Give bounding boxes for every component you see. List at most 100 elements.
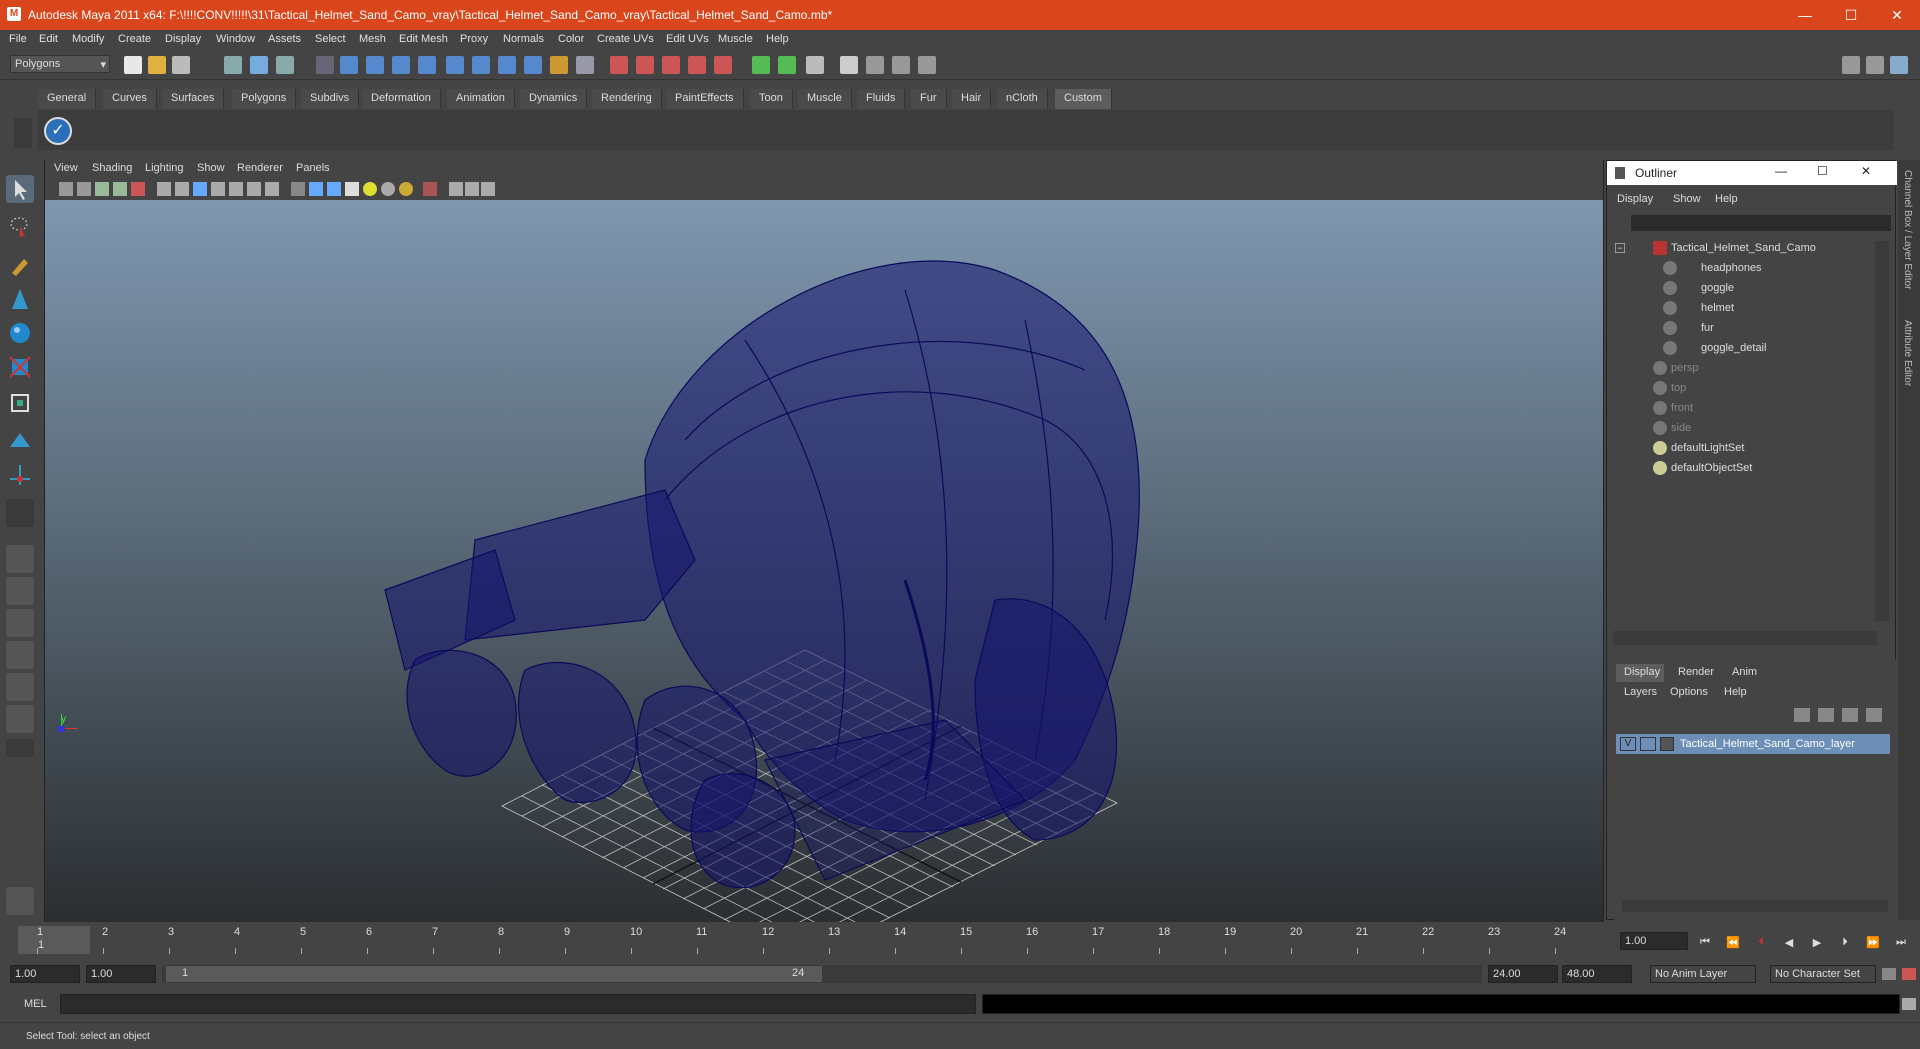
bookmark-icon[interactable]: [95, 182, 109, 196]
input-output-icon[interactable]: [550, 56, 568, 74]
select-tool-icon[interactable]: [6, 175, 34, 203]
camera-select-icon[interactable]: [59, 182, 73, 196]
outliner-item[interactable]: fur: [1663, 321, 1714, 339]
render-region-icon[interactable]: [576, 56, 594, 74]
auto-key-icon[interactable]: [1882, 968, 1896, 980]
time-slider[interactable]: 1: [14, 926, 1618, 954]
use-all-lights-icon[interactable]: [363, 182, 377, 196]
render-view-icon[interactable]: [714, 56, 732, 74]
outliner-menu-display[interactable]: Display: [1617, 193, 1653, 205]
current-time-field[interactable]: 1.00: [1620, 932, 1688, 950]
joint-display-icon[interactable]: [481, 182, 495, 196]
new-layer-icon[interactable]: [1794, 708, 1810, 722]
2d-pan-zoom-icon[interactable]: [131, 182, 145, 196]
maximize-button[interactable]: ☐: [1828, 0, 1874, 30]
hypershade-layout-icon[interactable]: [6, 673, 34, 701]
step-back-frame-icon[interactable]: ⏴: [1752, 936, 1770, 952]
layer-menu-options[interactable]: Options: [1670, 686, 1708, 698]
shelf-tab-curves[interactable]: Curves: [103, 89, 157, 109]
high-quality-icon[interactable]: [399, 182, 413, 196]
shadows-icon[interactable]: [381, 182, 395, 196]
panel-layout-icon-2[interactable]: [1866, 56, 1884, 74]
move-tool-icon[interactable]: [6, 285, 34, 313]
outliner-item[interactable]: persp: [1653, 361, 1699, 379]
shelf-tab-general[interactable]: General: [38, 89, 97, 109]
film-gate-icon[interactable]: [175, 182, 189, 196]
range-slider-track[interactable]: 1 24: [162, 965, 1482, 983]
check-icon[interactable]: ✓: [44, 117, 72, 145]
mel-label[interactable]: MEL: [24, 998, 47, 1010]
outliner-item[interactable]: front: [1653, 401, 1693, 419]
quick-rename-icon[interactable]: [806, 56, 824, 74]
layer-row[interactable]: V Tactical_Helmet_Sand_Camo_layer: [1616, 734, 1890, 754]
lasso-tool-icon[interactable]: [6, 213, 34, 241]
menu-mesh[interactable]: Mesh: [359, 33, 386, 45]
rotate-tool-icon[interactable]: [6, 319, 34, 347]
outliner-item[interactable]: defaultObjectSet: [1653, 461, 1752, 479]
go-to-end-icon[interactable]: ⏭: [1892, 936, 1910, 952]
step-forward-frame-icon[interactable]: ⏵: [1836, 936, 1854, 952]
select-object-icon[interactable]: [250, 56, 268, 74]
snap-point-icon[interactable]: [392, 56, 410, 74]
layer-menu-layers[interactable]: Layers: [1624, 686, 1657, 698]
shelf-menu-icon[interactable]: [14, 118, 32, 148]
outliner-horizontal-scrollbar[interactable]: [1613, 631, 1877, 645]
ipr-render-icon[interactable]: [636, 56, 654, 74]
layer-playback-toggle[interactable]: [1640, 737, 1656, 751]
layer-menu-help[interactable]: Help: [1724, 686, 1747, 698]
toggle-input-icon[interactable]: [752, 56, 770, 74]
help-question-icon[interactable]: [524, 56, 542, 74]
menu-edit-uvs[interactable]: Edit UVs: [666, 33, 709, 45]
render-current-icon[interactable]: [610, 56, 628, 74]
current-frame-marker[interactable]: 1: [18, 926, 90, 954]
scale-tool-icon[interactable]: [6, 353, 34, 381]
animation-prefs-icon[interactable]: [1902, 968, 1916, 980]
last-tool-icon[interactable]: [6, 461, 34, 489]
shelf-tab-subdivs[interactable]: Subdivs: [301, 89, 360, 109]
viewport-menu-shading[interactable]: Shading: [92, 162, 132, 174]
range-slider-handle[interactable]: 1 24: [166, 966, 822, 982]
viewport-menu-view[interactable]: View: [54, 162, 78, 174]
shelf-tab-dynamics[interactable]: Dynamics: [520, 89, 588, 109]
menu-muscle[interactable]: Muscle: [718, 33, 753, 45]
shelf-tab-painteffects[interactable]: PaintEffects: [666, 89, 744, 109]
grid-icon[interactable]: [157, 182, 171, 196]
layer-editor-toggle-icon[interactable]: [918, 56, 936, 74]
play-backwards-icon[interactable]: ◀: [1780, 936, 1798, 952]
attribute-editor-toggle-icon[interactable]: [840, 56, 858, 74]
menu-modify[interactable]: Modify: [72, 33, 104, 45]
menu-assets[interactable]: Assets: [268, 33, 301, 45]
outliner-item[interactable]: Tactical_Helmet_Sand_Camo: [1653, 241, 1816, 259]
menu-file[interactable]: File: [9, 33, 27, 45]
four-view-layout-icon[interactable]: [6, 577, 34, 605]
shelf-tab-surfaces[interactable]: Surfaces: [162, 89, 225, 109]
safe-action-icon[interactable]: [247, 182, 261, 196]
step-forward-key-icon[interactable]: ⏩: [1864, 936, 1882, 952]
shelf-tab-animation[interactable]: Animation: [447, 89, 515, 109]
save-scene-icon[interactable]: [172, 56, 190, 74]
xray-joints-icon[interactable]: [465, 182, 479, 196]
xray-icon[interactable]: [449, 182, 463, 196]
outliner-minimize-button[interactable]: —: [1775, 164, 1787, 178]
close-button[interactable]: ✕: [1874, 0, 1920, 30]
shelf-tab-fluids[interactable]: Fluids: [857, 89, 906, 109]
layer-color-swatch[interactable]: [1660, 737, 1674, 751]
shelf-tab-custom[interactable]: Custom: [1055, 89, 1112, 109]
lock-selection-icon[interactable]: [316, 56, 334, 74]
menu-window[interactable]: Window: [216, 33, 255, 45]
smooth-shading-icon[interactable]: [309, 182, 323, 196]
go-to-start-icon[interactable]: ⏮: [1696, 936, 1714, 952]
mel-input[interactable]: [60, 994, 976, 1014]
channel-box-toggle-icon[interactable]: [892, 56, 910, 74]
viewport-menu-lighting[interactable]: Lighting: [145, 162, 184, 174]
layer-move-down-icon[interactable]: [1866, 708, 1882, 722]
render-settings-icon[interactable]: [662, 56, 680, 74]
anim-layer-dropdown[interactable]: No Anim Layer: [1650, 965, 1756, 983]
isolate-select-icon[interactable]: [423, 182, 437, 196]
new-layer-selected-icon[interactable]: [1818, 708, 1834, 722]
snap-grid-icon[interactable]: [340, 56, 358, 74]
menu-normals[interactable]: Normals: [503, 33, 544, 45]
hypershade-icon[interactable]: [688, 56, 706, 74]
menu-proxy[interactable]: Proxy: [460, 33, 488, 45]
layer-visibility-toggle[interactable]: V: [1620, 737, 1636, 751]
